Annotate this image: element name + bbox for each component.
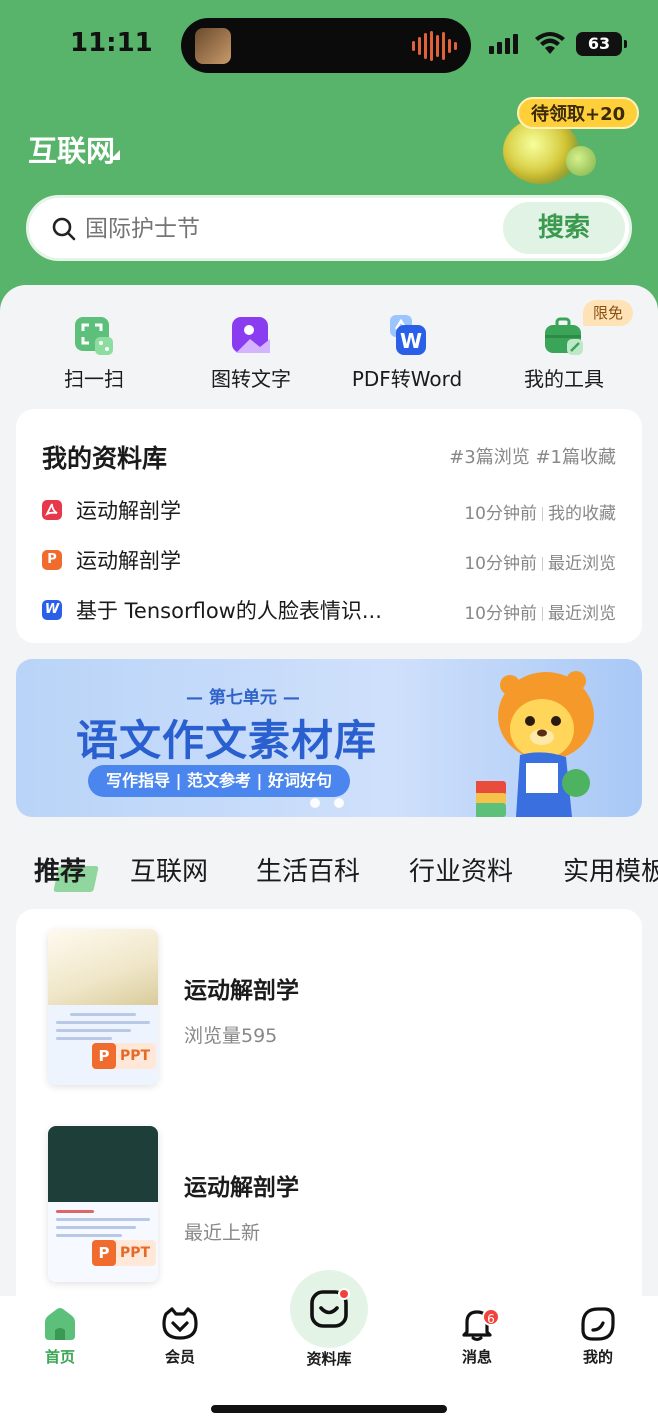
library-item-name: 运动解剖学	[76, 549, 181, 573]
search-input[interactable]	[85, 212, 485, 246]
lion-mascot-icon	[476, 671, 594, 817]
image-to-text-icon	[232, 317, 270, 353]
tool-scan[interactable]: 扫一扫	[14, 305, 174, 392]
library-item-meta: 10分钟前 最近浏览	[464, 599, 616, 624]
library-item[interactable]: W 基于 Tensorflow的人脸表情识... 10分钟前 最近浏览	[42, 595, 616, 625]
divider	[542, 607, 543, 621]
document-meta: 最近上新	[184, 1222, 261, 1244]
ppt-badge-label: PPT	[120, 1245, 151, 1261]
ppt-file-icon: P	[92, 1043, 116, 1069]
scan-icon	[75, 317, 113, 355]
library-item[interactable]: 运动解剖学 10分钟前 我的收藏	[42, 495, 616, 525]
search-bar[interactable]: 搜索	[26, 195, 632, 261]
tab-life[interactable]: 生活百科	[256, 851, 360, 888]
caret-down-icon[interactable]	[110, 150, 120, 160]
nav-label: 消息	[461, 1348, 492, 1366]
message-count-badge: 6	[482, 1308, 500, 1326]
search-icon	[52, 217, 76, 241]
status-bar: 11:11 63	[0, 0, 658, 90]
library-item-name: 运动解剖学	[76, 499, 181, 523]
document-meta: 浏览量595	[184, 1025, 278, 1047]
nav-home[interactable]: 首页	[15, 1306, 105, 1367]
library-item-source: 最近浏览	[548, 554, 616, 574]
quick-tools: 扫一扫 图转文字 W PDF转Word 我的工具	[0, 305, 658, 395]
notification-dot	[338, 1288, 350, 1300]
tab-recommend[interactable]: 推荐	[34, 851, 86, 888]
nav-label: 首页	[44, 1348, 75, 1366]
tool-label: 扫一扫	[64, 367, 124, 391]
ppt-badge: P PPT	[92, 1043, 157, 1069]
carousel-dots[interactable]	[310, 798, 344, 808]
tool-pdf-to-word[interactable]: W PDF转Word	[327, 305, 487, 392]
document-feed: P PPT 运动解剖学 浏览量595 P PPT 运动解剖学 最近上新	[16, 909, 642, 1309]
region-selector[interactable]: 互联网	[28, 128, 115, 170]
word-file-icon: W	[42, 600, 62, 620]
divider	[542, 557, 543, 571]
nav-library[interactable]	[290, 1270, 368, 1348]
carousel-dot[interactable]	[334, 798, 344, 808]
toolbox-icon	[545, 317, 583, 355]
dynamic-island[interactable]	[181, 18, 471, 73]
library-item-time: 10分钟前	[464, 504, 537, 524]
document-title: 运动解剖学	[184, 1175, 299, 1201]
nav-label: 会员	[164, 1348, 195, 1366]
nav-profile[interactable]: 我的	[553, 1306, 643, 1367]
library-item-source: 我的收藏	[548, 504, 616, 524]
banner-chip: 写作指导 | 范文参考 | 好词好句	[88, 765, 350, 797]
tool-label: PDF转Word	[351, 367, 463, 391]
ppt-file-icon: P	[42, 550, 62, 570]
nav-vip[interactable]: 会员	[135, 1306, 225, 1367]
ppt-file-icon: P	[92, 1240, 116, 1266]
vip-icon	[162, 1307, 198, 1340]
tab-templates[interactable]: 实用模板	[563, 851, 658, 888]
reward-small-bean-icon	[566, 146, 596, 176]
promo-banner[interactable]: — 第七单元 — 语文作文素材库 写作指导 | 范文参考 | 好词好句	[16, 659, 642, 817]
audio-wave-icon	[412, 30, 457, 62]
banner-subtitle: — 第七单元 —	[186, 688, 300, 708]
library-item[interactable]: P 运动解剖学 10分钟前 最近浏览	[42, 545, 616, 575]
ppt-badge-label: PPT	[120, 1048, 151, 1064]
tool-image-to-text[interactable]: 图转文字	[171, 305, 331, 392]
document-card[interactable]: P PPT 运动解剖学 浏览量595	[16, 909, 642, 1085]
nav-label: 资料库	[306, 1350, 352, 1368]
library-item-name: 基于 Tensorflow的人脸表情识...	[76, 599, 382, 623]
library-stats[interactable]: #3篇浏览 #1篇收藏	[449, 443, 616, 469]
tool-label: 图转文字	[211, 367, 291, 391]
carousel-dot[interactable]	[310, 798, 320, 808]
tab-industry[interactable]: 行业资料	[409, 851, 513, 888]
nav-messages[interactable]: 消息	[432, 1306, 522, 1367]
reward-badge[interactable]: 待领取+20	[517, 97, 640, 129]
svg-text:W: W	[400, 329, 422, 353]
document-card[interactable]: P PPT 运动解剖学 最近上新	[16, 1106, 642, 1282]
tool-label: 我的工具	[524, 367, 604, 391]
home-indicator[interactable]	[211, 1405, 447, 1413]
now-playing-artwork	[195, 28, 231, 64]
nav-label: 我的	[582, 1348, 613, 1366]
free-tag: 限免	[583, 300, 634, 326]
pdf-to-word-icon: W	[390, 315, 426, 355]
search-button[interactable]: 搜索	[503, 202, 625, 254]
wifi-icon	[535, 32, 565, 54]
library-item-source: 最近浏览	[548, 604, 616, 624]
divider	[542, 507, 543, 521]
pdf-file-icon	[42, 500, 62, 520]
banner-title: 语文作文素材库	[76, 716, 378, 765]
library-item-meta: 10分钟前 我的收藏	[464, 499, 616, 524]
my-library-card[interactable]: 我的资料库 #3篇浏览 #1篇收藏 运动解剖学 10分钟前 我的收藏 P 运动解剖…	[16, 409, 642, 643]
status-time: 11:11	[70, 28, 153, 58]
document-title: 运动解剖学	[184, 978, 299, 1004]
library-title: 我的资料库	[42, 444, 168, 473]
battery-indicator: 63	[576, 32, 627, 56]
home-icon	[45, 1308, 75, 1340]
library-item-meta: 10分钟前 最近浏览	[464, 549, 616, 574]
ppt-badge: P PPT	[92, 1240, 157, 1266]
cellular-signal-icon	[489, 34, 518, 54]
profile-icon	[581, 1307, 615, 1341]
library-item-time: 10分钟前	[464, 554, 537, 574]
tab-internet[interactable]: 互联网	[130, 851, 208, 888]
library-item-time: 10分钟前	[464, 604, 537, 624]
category-tabs: 推荐 互联网 生活百科 行业资料 实用模板	[0, 845, 658, 895]
